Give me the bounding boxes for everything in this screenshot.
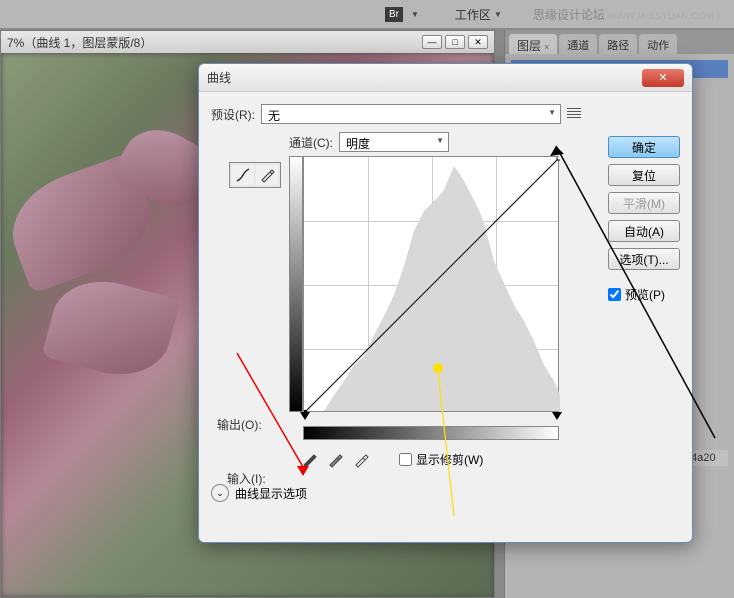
dialog-titlebar[interactable]: 曲线 ✕: [199, 64, 692, 92]
show-clip-label: 显示修剪(W): [416, 451, 483, 468]
preview-checkbox[interactable]: [608, 288, 621, 301]
annotation-yellow-dot: [433, 363, 443, 373]
channel-label: 通道(C):: [289, 134, 333, 151]
workspace-selector[interactable]: 工作区 ▼: [455, 6, 502, 23]
menu-icon[interactable]: [567, 108, 581, 120]
expand-label: 曲线显示选项: [235, 485, 307, 502]
preset-label: 预设(R):: [211, 106, 255, 123]
window-controls: — □ ✕: [422, 35, 488, 49]
channel-combo[interactable]: 明度: [339, 132, 449, 152]
show-clip-checkbox[interactable]: [399, 453, 412, 466]
bridge-icon[interactable]: Br: [385, 7, 403, 22]
close-button[interactable]: ✕: [468, 35, 488, 49]
output-gradient: [289, 156, 303, 412]
white-eyedropper[interactable]: [353, 450, 371, 468]
annotation-red-marker: [297, 466, 309, 476]
close-button[interactable]: ✕: [642, 69, 684, 87]
curve-line: [304, 157, 560, 413]
document-titlebar[interactable]: 7%（曲线 1，图层蒙版/8） — □ ✕: [1, 31, 494, 53]
white-point-slider[interactable]: [552, 412, 562, 420]
curves-grid[interactable]: [303, 156, 559, 412]
preview-label: 预览(P): [625, 286, 665, 303]
chevron-down-icon[interactable]: ▼: [411, 10, 419, 19]
reset-button[interactable]: 复位: [608, 164, 680, 186]
ok-button[interactable]: 确定: [608, 136, 680, 158]
options-button[interactable]: 选项(T)...: [608, 248, 680, 270]
output-label: 输出(O):: [217, 416, 262, 433]
document-title: 7%（曲线 1，图层蒙版/8）: [7, 34, 152, 51]
curves-dialog: 曲线 ✕ 预设(R): 无 通道(: [198, 63, 693, 543]
workspace-label: 工作区: [455, 6, 491, 23]
panel-tabs: 图层× 通道 路径 动作: [505, 30, 734, 54]
smooth-button[interactable]: 平滑(M): [608, 192, 680, 214]
minimize-button[interactable]: —: [422, 35, 442, 49]
auto-button[interactable]: 自动(A): [608, 220, 680, 242]
curve-tool-selector: [229, 162, 281, 188]
chevron-down-icon: ▼: [494, 10, 502, 19]
tab-layers[interactable]: 图层×: [509, 34, 557, 54]
input-label: 输入(I):: [227, 470, 266, 487]
input-gradient: [303, 426, 559, 440]
tab-actions[interactable]: 动作: [639, 34, 677, 54]
app-topbar: Br ▼ 工作区 ▼ 思缘设计论坛 WWW.MISSYUAN.COM: [0, 0, 734, 28]
black-point-slider[interactable]: [300, 412, 310, 420]
preset-combo[interactable]: 无: [261, 104, 561, 124]
dialog-title: 曲线: [207, 69, 231, 86]
tab-paths[interactable]: 路径: [599, 34, 637, 54]
tab-channels[interactable]: 通道: [559, 34, 597, 54]
close-icon[interactable]: ×: [544, 42, 549, 52]
maximize-button[interactable]: □: [445, 35, 465, 49]
gray-eyedropper[interactable]: [327, 450, 345, 468]
watermark: 思缘设计论坛 WWW.MISSYUAN.COM: [533, 6, 714, 23]
curve-point-tool[interactable]: [232, 165, 254, 185]
curve-pencil-tool[interactable]: [256, 165, 278, 185]
input-sliders: [303, 412, 559, 424]
